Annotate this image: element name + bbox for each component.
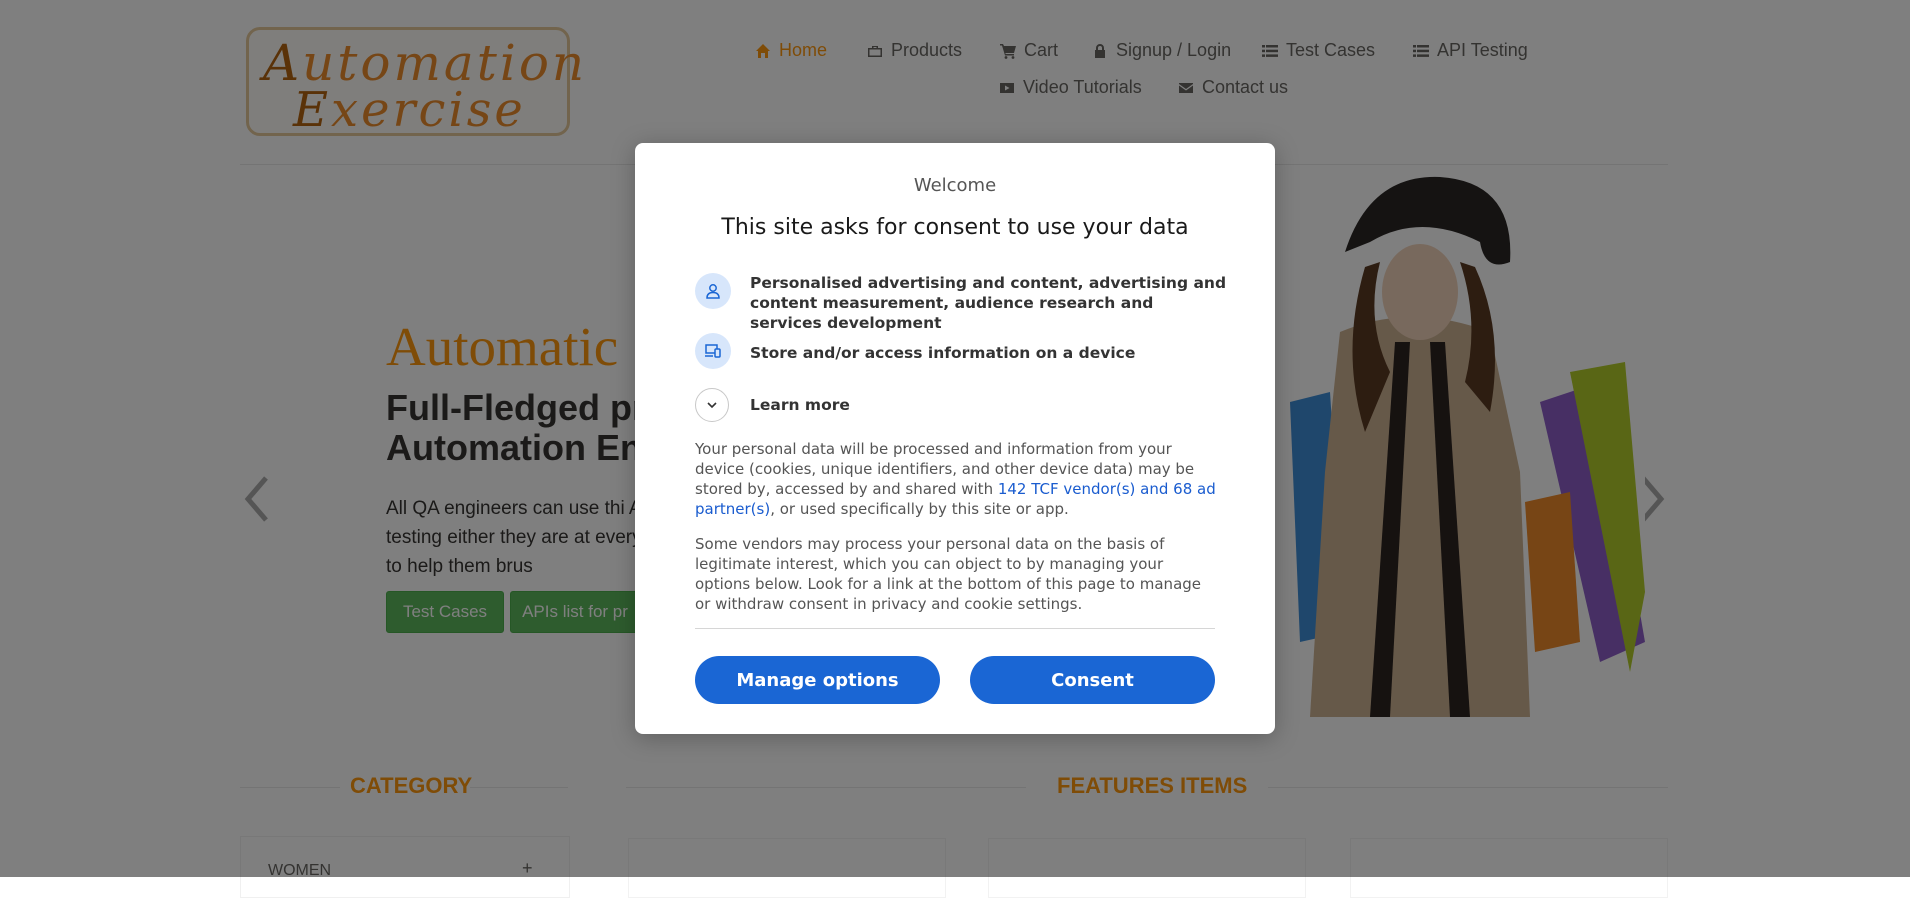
consent-paragraph-2: Some vendors may process your personal d… <box>695 535 1202 613</box>
manage-options-button[interactable]: Manage options <box>695 656 940 704</box>
consent-button[interactable]: Consent <box>970 656 1215 704</box>
consent-welcome: Welcome <box>913 175 997 196</box>
person-icon <box>695 273 731 309</box>
purpose-personalised-ads: Personalised advertising and content, ad… <box>750 274 1227 332</box>
consent-dialog: Welcome This site asks for consent to us… <box>635 143 1275 734</box>
purpose-store-info: Store and/or access information on a dev… <box>750 344 1136 362</box>
chevron-down-icon <box>707 402 717 409</box>
devices-icon <box>695 333 731 369</box>
consent-paragraph-1-end: , or used specifically by this site or a… <box>770 500 1069 518</box>
consent-divider <box>695 628 1215 629</box>
consent-paragraph-1: Your personal data will be processed and… <box>695 439 1220 519</box>
consent-heading: This site asks for consent to use your d… <box>721 215 1189 240</box>
learn-more-toggle[interactable] <box>695 388 729 422</box>
learn-more-label[interactable]: Learn more <box>750 396 850 414</box>
